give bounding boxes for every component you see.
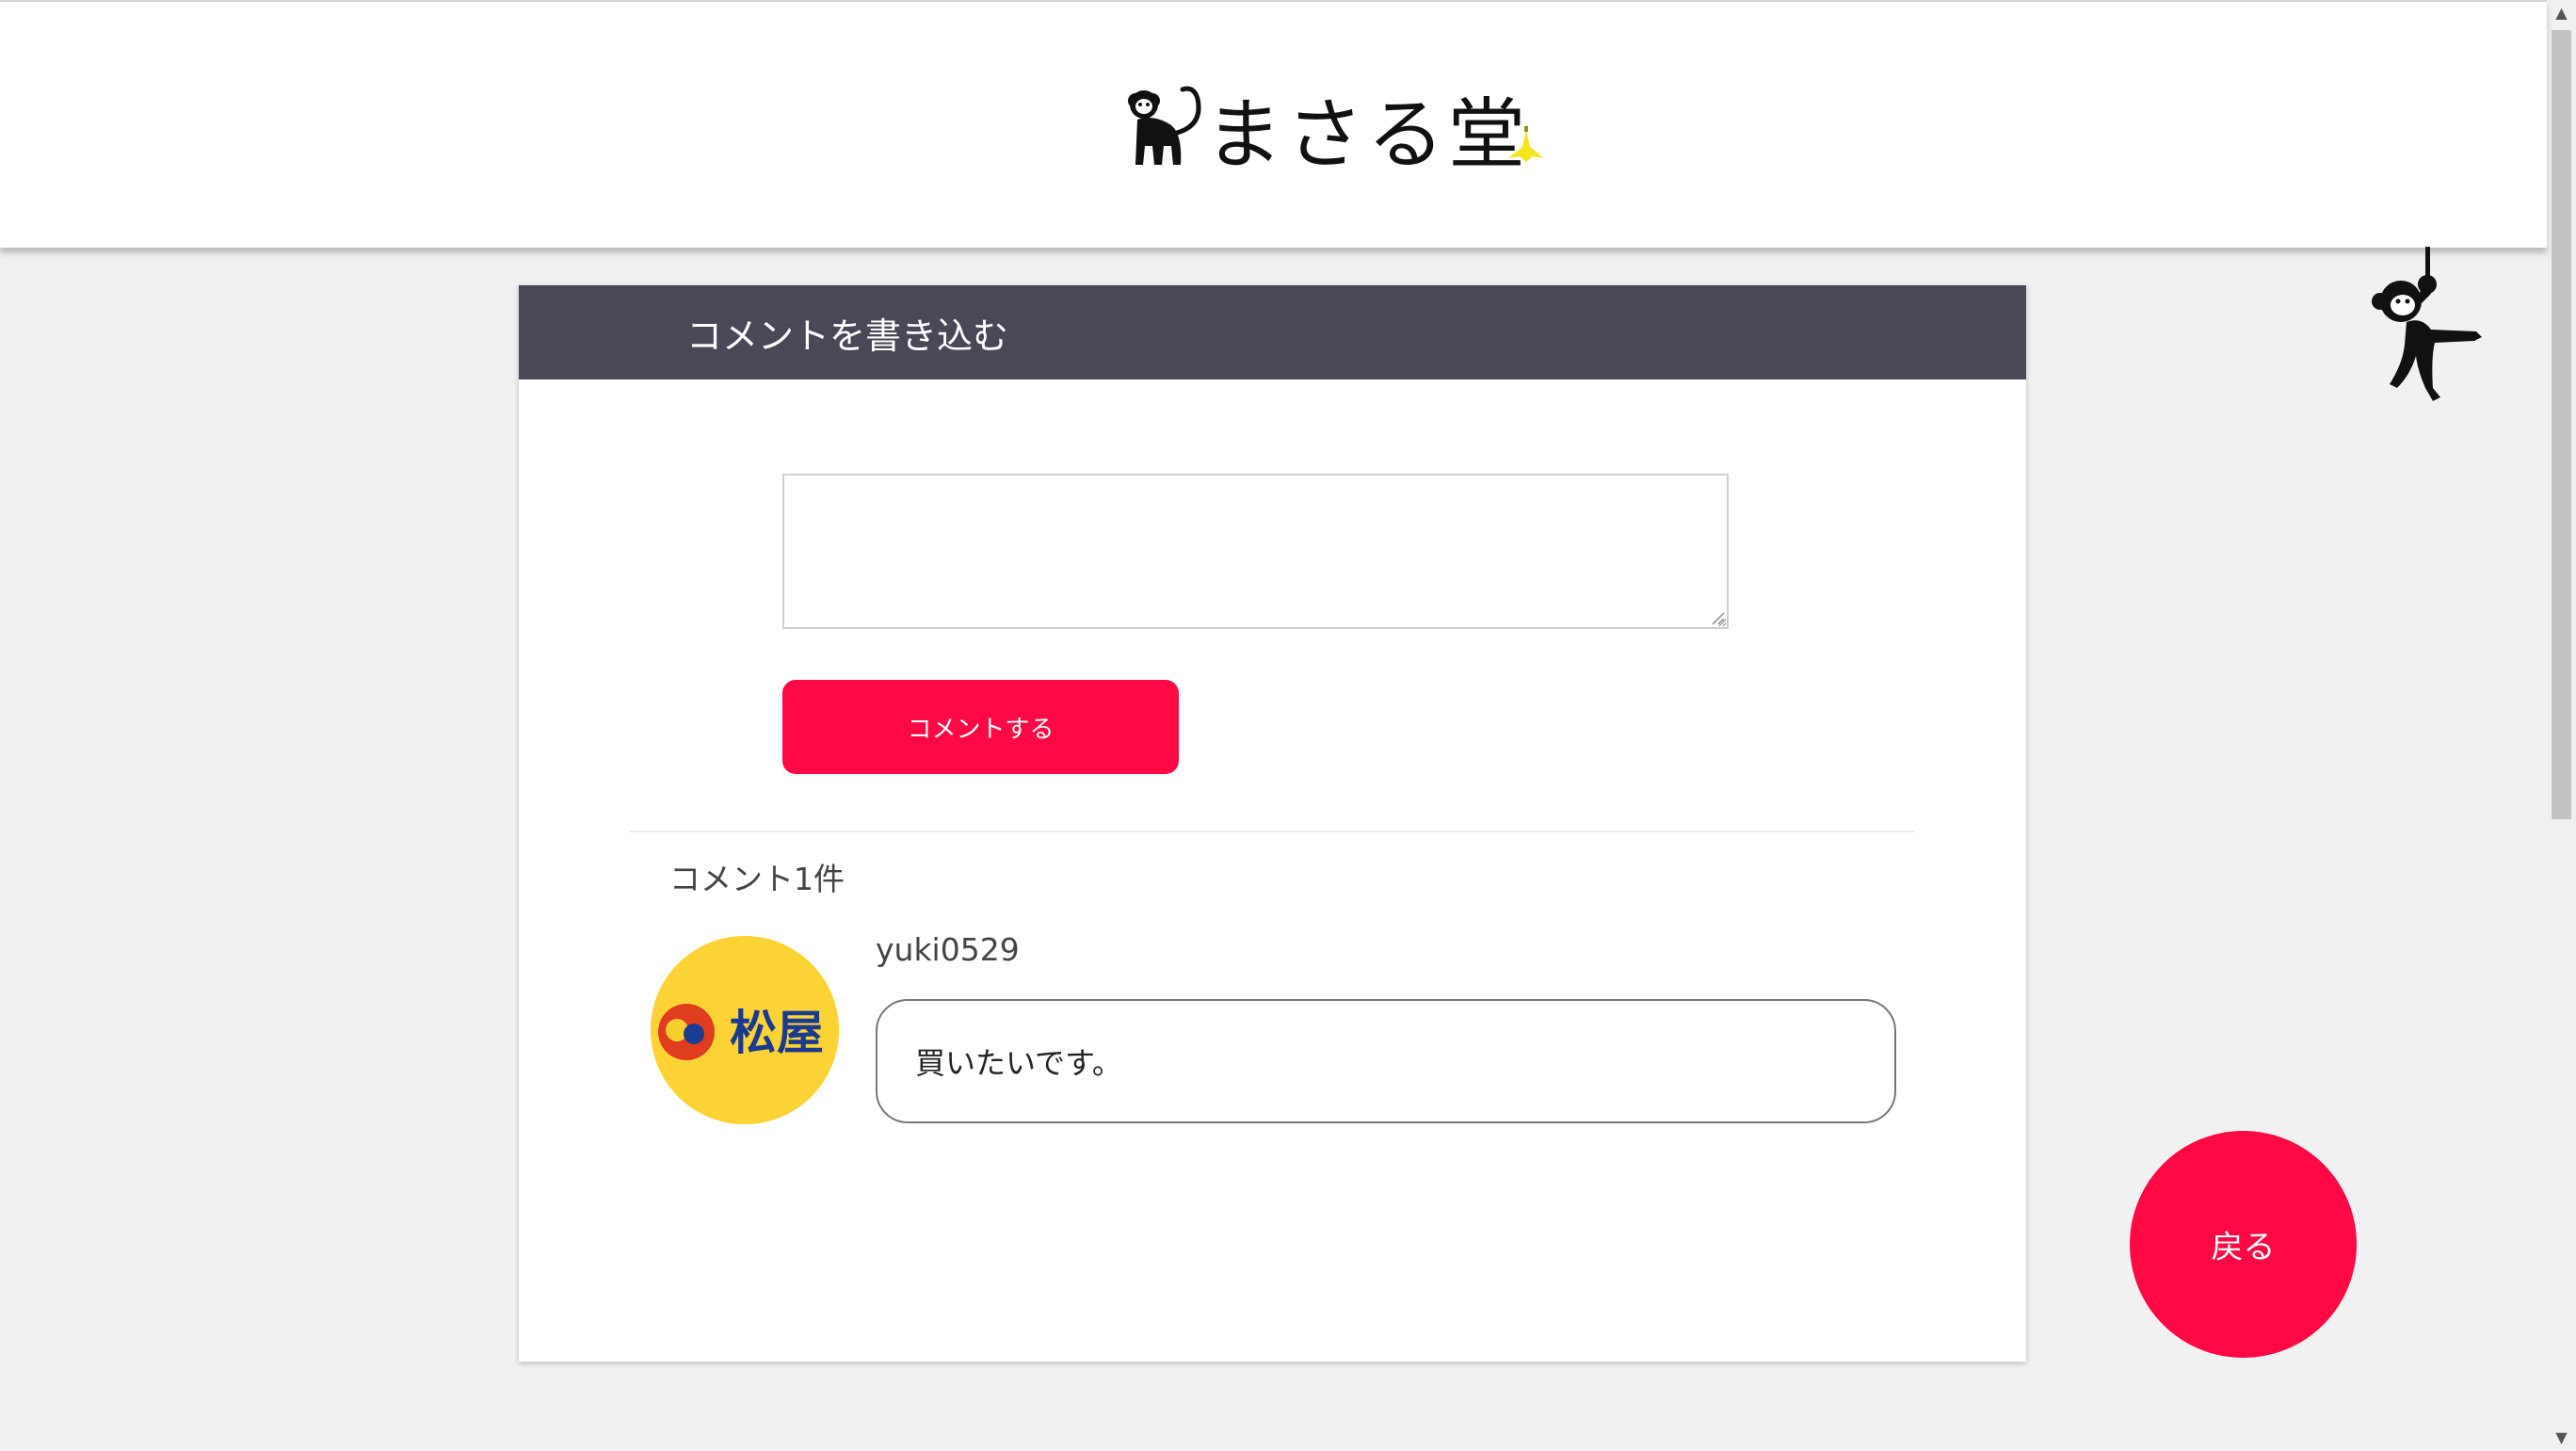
back-button[interactable]: 戻る <box>2130 1131 2357 1358</box>
comment-text: 買いたいです。 <box>915 1045 1122 1081</box>
avatar-logo-text: 松屋 <box>730 1006 824 1060</box>
logo-text: まさる堂 <box>1205 89 1530 180</box>
scrollbar-thumb[interactable] <box>2552 30 2571 819</box>
resize-grip-icon[interactable] <box>1709 609 1726 626</box>
submit-comment-button[interactable]: コメントする <box>782 680 1179 774</box>
comment-card: コメントを書き込む コメントする コメント1件 松屋 yuki0529 買いたい… <box>519 285 2026 1362</box>
vertical-scrollbar[interactable]: ▲ ▼ <box>2547 0 2576 1451</box>
site-logo[interactable]: まさる堂 <box>1117 75 1550 180</box>
divider <box>629 830 1915 832</box>
site-header: まさる堂 <box>0 0 2547 248</box>
avatar[interactable]: 松屋 <box>651 936 839 1124</box>
comment-item: 松屋 yuki0529 買いたいです。 <box>651 931 1922 1129</box>
comment-textarea[interactable] <box>782 474 1729 629</box>
scroll-up-arrow-icon[interactable]: ▲ <box>2547 0 2576 26</box>
comment-username[interactable]: yuki0529 <box>876 931 1020 968</box>
comment-bubble: 買いたいです。 <box>876 999 1896 1123</box>
card-title: コメントを書き込む <box>519 285 2026 379</box>
comment-count: コメント1件 <box>669 861 845 897</box>
page: まさる堂 コメントを書き込む コメントする コメント1件 松屋 yuki0529… <box>0 0 2576 1451</box>
hanging-monkey-icon <box>2372 247 2482 401</box>
banana-icon <box>1508 126 1544 162</box>
avatar-logo-icon: 松屋 <box>651 936 839 1124</box>
monkey-icon <box>1128 86 1201 165</box>
scroll-down-arrow-icon[interactable]: ▼ <box>2547 1425 2576 1451</box>
